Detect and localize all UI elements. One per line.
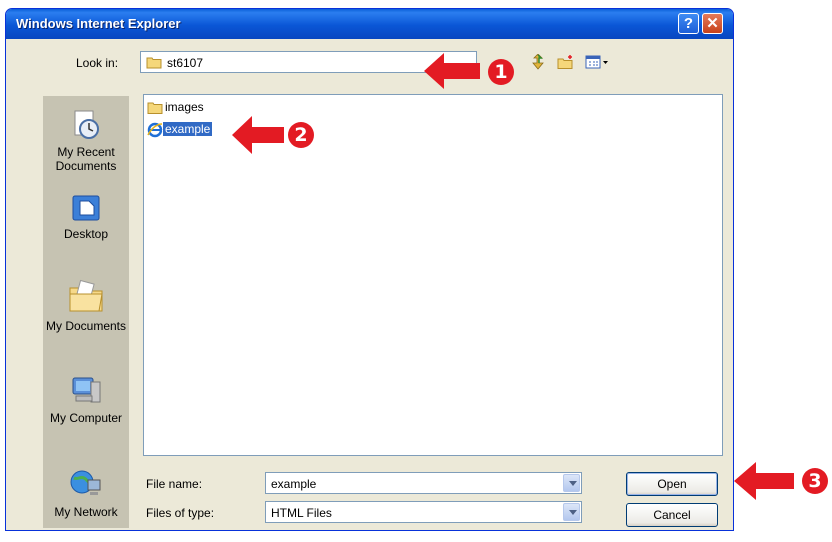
place-my-computer[interactable]: My Computer bbox=[43, 374, 129, 425]
chevron-down-icon[interactable] bbox=[563, 503, 580, 521]
step-marker-1: 1 bbox=[488, 59, 514, 85]
my-documents-icon bbox=[69, 279, 103, 312]
file-type-label: Files of type: bbox=[146, 506, 215, 520]
view-menu-icon[interactable] bbox=[585, 54, 609, 70]
cancel-button[interactable]: Cancel bbox=[626, 503, 718, 527]
window-title: Windows Internet Explorer bbox=[16, 16, 181, 31]
place-desktop[interactable]: Desktop bbox=[43, 192, 129, 241]
my-network-icon bbox=[70, 470, 101, 495]
place-my-documents[interactable]: My Documents bbox=[43, 276, 129, 333]
desktop-icon bbox=[72, 195, 100, 221]
look-in-label: Look in: bbox=[76, 56, 119, 70]
file-list[interactable]: images example bbox=[143, 94, 723, 456]
new-folder-icon[interactable] bbox=[557, 54, 575, 70]
my-computer-icon bbox=[72, 377, 101, 403]
internet-explorer-icon bbox=[147, 122, 163, 138]
chevron-down-icon[interactable] bbox=[563, 474, 580, 492]
step-marker-2: 2 bbox=[288, 122, 314, 148]
annotation-arrow-3 bbox=[734, 462, 794, 500]
file-type-select[interactable]: HTML Files bbox=[265, 501, 582, 523]
title-bar: Windows Internet Explorer ? ✕ bbox=[6, 9, 733, 39]
file-name-input[interactable]: example bbox=[265, 472, 582, 494]
place-label: Desktop bbox=[63, 227, 109, 241]
file-name-label: File name: bbox=[146, 477, 203, 491]
place-label: My Recent Documents bbox=[55, 145, 117, 173]
file-name-value: example bbox=[271, 477, 317, 491]
file-name: example bbox=[161, 121, 214, 137]
folder-icon bbox=[146, 57, 162, 69]
annotation-arrow-2 bbox=[232, 116, 284, 154]
look-in-value: st6107 bbox=[167, 56, 204, 70]
list-item-selected[interactable]: example bbox=[147, 121, 214, 138]
place-my-recent-documents[interactable]: My Recent Documents bbox=[43, 108, 129, 173]
file-name: images bbox=[165, 100, 204, 114]
place-my-network[interactable]: My Network bbox=[43, 466, 129, 519]
recent-documents-icon bbox=[74, 110, 99, 139]
annotation-arrow-1 bbox=[424, 53, 480, 89]
place-label: My Network bbox=[54, 505, 118, 519]
open-button[interactable]: Open bbox=[626, 472, 718, 496]
place-label: My Documents bbox=[45, 319, 127, 333]
file-type-value: HTML Files bbox=[271, 506, 332, 520]
places-bar: My Recent Documents Desktop My Documents… bbox=[43, 96, 129, 528]
folder-icon bbox=[147, 102, 163, 114]
up-one-level-icon[interactable] bbox=[530, 54, 546, 70]
step-marker-3: 3 bbox=[802, 468, 828, 494]
help-button[interactable]: ? bbox=[678, 13, 699, 34]
close-button[interactable]: ✕ bbox=[702, 13, 723, 34]
list-item[interactable]: images bbox=[147, 99, 206, 115]
place-label: My Computer bbox=[49, 411, 123, 425]
